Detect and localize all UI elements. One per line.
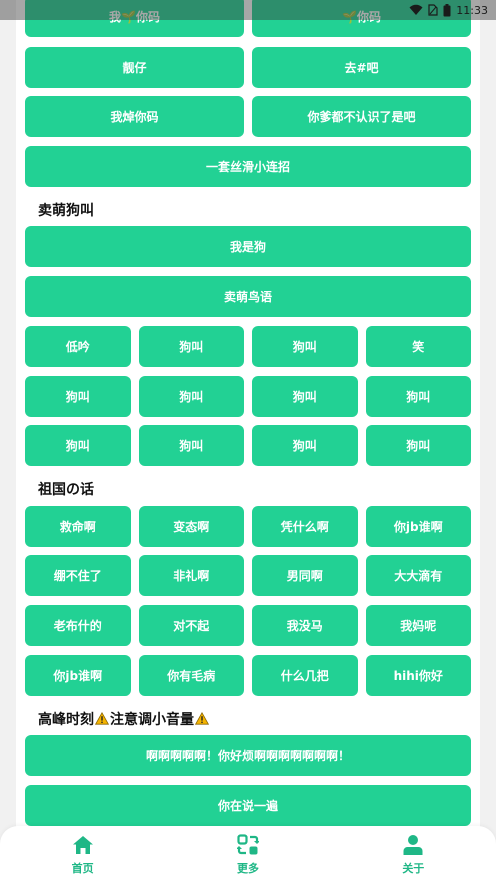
sound-button[interactable]: 变态啊 (138, 506, 244, 547)
section-title-moe: 卖萌狗叫 (38, 203, 94, 219)
app-screen: 11:33 我🌱你码 🌱你码 靓仔 去#吧 我焯你码 你爹都不认识了是吧 一套丝… (0, 0, 496, 883)
sound-button[interactable]: 你jb谁啊 (365, 506, 471, 547)
wifi-icon (409, 4, 423, 16)
person-icon (403, 834, 423, 855)
status-time: 11:33 (456, 3, 488, 17)
button-row: 低吟 狗叫 狗叫 笑 (25, 326, 471, 367)
button-row: 卖萌鸟语 (25, 276, 471, 317)
sound-button[interactable]: 狗叫 (252, 326, 358, 367)
button-row: 老布什的 对不起 我没马 我妈呢 (25, 605, 471, 646)
sound-button[interactable]: 一套丝滑小连招 (25, 146, 471, 187)
sound-button[interactable]: 狗叫 (25, 425, 131, 466)
button-row: 狗叫 狗叫 狗叫 狗叫 (25, 376, 471, 417)
battery-icon (443, 3, 451, 17)
sound-button[interactable]: 狗叫 (252, 376, 358, 417)
sound-button[interactable]: 你jb谁啊 (25, 655, 131, 696)
tab-label: 关于 (402, 861, 425, 875)
tab-label: 更多 (236, 861, 259, 875)
sound-button[interactable]: 你在说一遍 (25, 785, 471, 826)
warning-icon (95, 712, 109, 725)
sound-button[interactable]: 我焯你码 (25, 96, 244, 137)
section-title-peak: 高峰时刻 注意调小音量 (38, 709, 210, 729)
sound-button[interactable]: 你爹都不认识了是吧 (252, 96, 471, 137)
sound-button[interactable]: 你有毛病 (138, 655, 244, 696)
tab-home[interactable]: 首页 (23, 834, 143, 876)
sound-button[interactable]: 啊啊啊啊啊！你好烦啊啊啊啊啊啊啊！ (25, 735, 471, 776)
button-row: 你在说一遍 (25, 785, 471, 826)
warning-icon (195, 712, 209, 725)
bottom-tab-bar: 首页 更多 关于 (0, 826, 496, 883)
button-row: 狗叫 狗叫 狗叫 狗叫 (25, 425, 471, 466)
sound-button[interactable]: 大大滴有 (365, 555, 471, 596)
home-icon (72, 835, 93, 854)
sound-button[interactable]: 狗叫 (138, 326, 244, 367)
tab-about[interactable]: 关于 (353, 834, 473, 876)
sound-button[interactable]: 狗叫 (25, 376, 131, 417)
sound-button[interactable]: 狗叫 (252, 425, 358, 466)
sound-button[interactable]: 狗叫 (365, 425, 471, 466)
sound-button[interactable]: 对不起 (138, 605, 244, 646)
button-row: 你jb谁啊 你有毛病 什么几把 hihi你好 (25, 655, 471, 696)
sound-button[interactable]: 去#吧 (252, 47, 471, 88)
button-row: 我焯你码 你爹都不认识了是吧 (25, 96, 471, 137)
sound-button[interactable]: hihi你好 (365, 655, 471, 696)
sound-button[interactable]: 男同啊 (252, 555, 358, 596)
sound-button[interactable]: 靓仔 (25, 47, 244, 88)
button-row: 啊啊啊啊啊！你好烦啊啊啊啊啊啊啊！ (25, 735, 471, 776)
button-row: 绷不住了 非礼啊 男同啊 大大滴有 (25, 555, 471, 596)
sound-button[interactable]: 绷不住了 (25, 555, 131, 596)
sound-button[interactable]: 低吟 (25, 326, 131, 367)
sound-button[interactable]: 卖萌鸟语 (25, 276, 471, 317)
section-title-motherland: 祖国の话 (38, 482, 94, 498)
section-title-peak-b: 注意调小音量 (110, 712, 194, 728)
tab-more[interactable]: 更多 (188, 833, 308, 876)
sound-button[interactable]: 狗叫 (138, 376, 244, 417)
sound-button[interactable]: 我是狗 (25, 226, 471, 267)
button-row: 靓仔 去#吧 (25, 47, 471, 88)
sound-button[interactable]: 凭什么啊 (252, 506, 358, 547)
sound-button[interactable]: 我没马 (252, 605, 358, 646)
refresh-icon (236, 833, 259, 854)
tab-label: 首页 (71, 861, 94, 875)
no-sim-icon (428, 4, 438, 16)
section-title-peak-a: 高峰时刻 (38, 712, 94, 728)
sound-button[interactable]: 笑 (365, 326, 471, 367)
sound-button[interactable]: 我妈呢 (365, 605, 471, 646)
sound-button[interactable]: 非礼啊 (138, 555, 244, 596)
sound-button[interactable]: 什么几把 (252, 655, 358, 696)
button-row: 我是狗 (25, 226, 471, 267)
sound-button[interactable]: 救命啊 (25, 506, 131, 547)
status-bar: 11:33 (0, 0, 496, 20)
sound-button[interactable]: 狗叫 (365, 376, 471, 417)
sound-button[interactable]: 老布什的 (25, 605, 131, 646)
sound-button[interactable]: 狗叫 (138, 425, 244, 466)
button-row: 救命啊 变态啊 凭什么啊 你jb谁啊 (25, 506, 471, 547)
button-row: 一套丝滑小连招 (25, 146, 471, 187)
